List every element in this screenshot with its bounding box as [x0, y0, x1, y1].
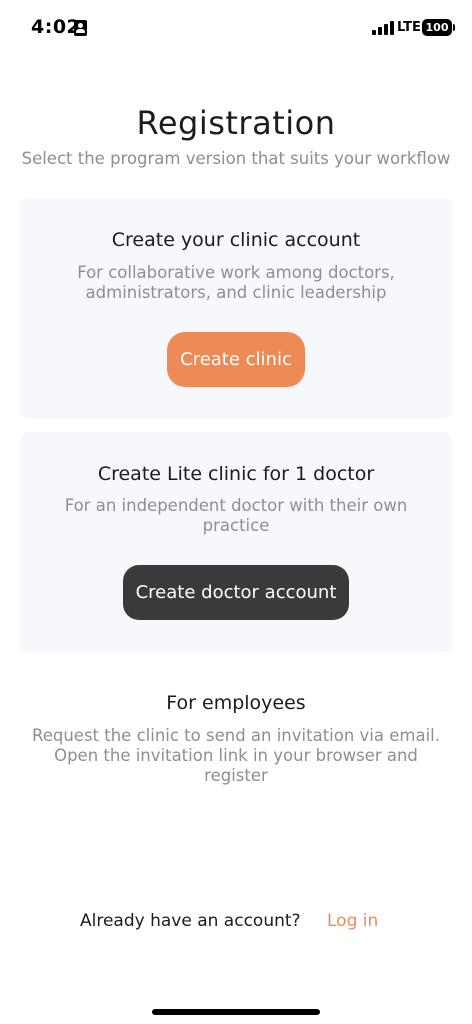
login-row: Already have an account? Log in	[0, 911, 472, 935]
page-subtitle: Select the program version that suits yo…	[21, 149, 451, 168]
status-time: 4:02	[31, 16, 81, 38]
employees-title: For employees	[166, 692, 306, 714]
login-link[interactable]: Log in	[327, 911, 378, 931]
lite-card-description: For an independent doctor with their own…	[64, 496, 408, 535]
lite-card-title: Create Lite clinic for 1 doctor	[97, 463, 375, 485]
lite-clinic-card: Create Lite clinic for 1 doctor For an i…	[20, 432, 452, 652]
contact-card-icon	[74, 20, 87, 36]
battery-icon: 100	[422, 19, 455, 36]
create-clinic-button[interactable]: Create clinic	[167, 332, 305, 387]
employees-description: Request the clinic to send an invitation…	[31, 726, 440, 785]
login-prompt: Already have an account?	[80, 911, 301, 931]
home-indicator[interactable]	[152, 1009, 320, 1015]
network-type: LTE	[397, 20, 421, 35]
page-title: Registration	[136, 104, 336, 142]
clinic-card-title: Create your clinic account	[111, 229, 361, 251]
clinic-account-card: Create your clinic account For collabora…	[20, 198, 452, 419]
clinic-card-description: For collaborative work among doctors, ad…	[77, 263, 395, 302]
signal-bars-icon	[372, 21, 394, 35]
status-bar: 4:02 LTE 100	[0, 0, 472, 56]
create-doctor-account-button[interactable]: Create doctor account	[123, 565, 349, 620]
